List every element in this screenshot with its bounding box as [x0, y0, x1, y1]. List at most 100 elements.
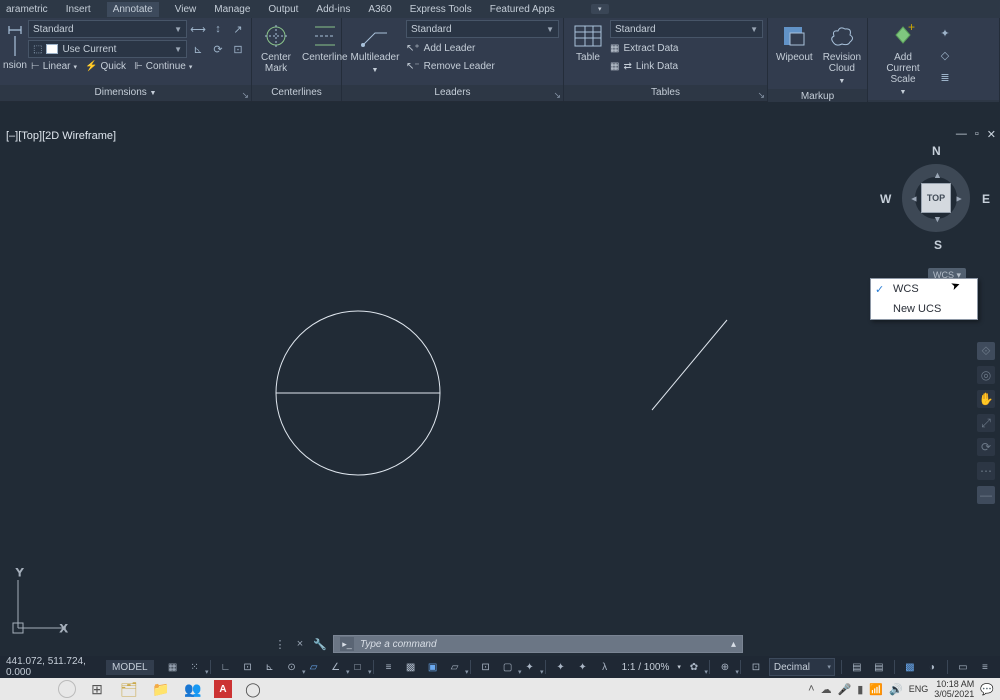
- tray-volume-icon[interactable]: 🔊: [889, 683, 903, 696]
- osnap-track-icon[interactable]: ∠: [327, 658, 345, 676]
- tab-output[interactable]: Output: [266, 2, 300, 17]
- tray-notifications-icon[interactable]: 💬: [980, 683, 994, 696]
- view-label[interactable]: [–][Top][2D Wireframe]: [0, 128, 1000, 144]
- revision-cloud-button[interactable]: Revision Cloud ▼: [819, 20, 865, 89]
- annoscale-icon[interactable]: λ: [596, 658, 614, 676]
- cmd-close-icon[interactable]: ×: [293, 637, 307, 651]
- tray-mic-icon[interactable]: 🎤: [838, 683, 852, 696]
- tray-cloud-icon[interactable]: ☁: [821, 683, 832, 696]
- multileader-button[interactable]: Multileader ▼: [346, 20, 404, 78]
- tab-parametric[interactable]: arametric: [4, 2, 50, 17]
- annoscale-icon-3[interactable]: ≣: [936, 68, 954, 86]
- nav-collapse-icon[interactable]: —: [977, 486, 995, 504]
- tab-manage[interactable]: Manage: [212, 2, 252, 17]
- add-leader-button[interactable]: ↖⁺Add Leader: [406, 40, 559, 56]
- link-data-button[interactable]: ▦⇄Link Data: [610, 58, 763, 74]
- nav-orbit-icon[interactable]: ⟳: [977, 438, 995, 456]
- hardware-accel-icon[interactable]: ▩: [901, 658, 919, 676]
- cmd-customize-icon[interactable]: 🔧: [313, 637, 327, 651]
- explorer-icon[interactable]: 🗂: [118, 680, 140, 698]
- taskview-icon[interactable]: ⊞: [86, 680, 108, 698]
- panel-tables[interactable]: Tables↘: [564, 85, 767, 101]
- use-current-dropdown[interactable]: ⬚Use Current▼: [28, 40, 187, 58]
- tray-lang[interactable]: ENG: [909, 684, 929, 694]
- dim-icon-5[interactable]: ⟳: [209, 40, 227, 58]
- nav-hand-icon[interactable]: ✋: [977, 390, 995, 408]
- gizmo-icon[interactable]: ✦: [521, 658, 539, 676]
- tab-addins[interactable]: Add-ins: [314, 2, 352, 17]
- polar-icon[interactable]: ⊙: [283, 658, 301, 676]
- tray-wifi-icon[interactable]: 📶: [869, 683, 883, 696]
- search-button[interactable]: [58, 680, 76, 698]
- window-minimize[interactable]: —: [956, 128, 967, 141]
- add-current-scale-button[interactable]: + Add Current Scale ▼: [872, 20, 934, 100]
- viewcube-top[interactable]: TOP: [921, 183, 951, 213]
- tab-express[interactable]: Express Tools: [408, 2, 474, 17]
- window-maximize[interactable]: ▫: [975, 128, 979, 141]
- viewcube[interactable]: TOP N S W E ▲▲▲▲: [890, 152, 982, 244]
- tab-annotate[interactable]: Annotate: [107, 2, 159, 17]
- linear-button[interactable]: ⊢Linear▾: [28, 60, 80, 73]
- dim-icon-6[interactable]: ⊡: [229, 40, 247, 58]
- dim-icon-1[interactable]: ⟷: [189, 20, 207, 38]
- center-mark-button[interactable]: Center Mark: [256, 20, 296, 76]
- lockui-icon[interactable]: ▤: [870, 658, 888, 676]
- units-dropdown[interactable]: Decimal: [769, 658, 835, 676]
- transparency-icon[interactable]: ▩: [402, 658, 420, 676]
- tab-view[interactable]: View: [173, 2, 199, 17]
- annoscale-icon-2[interactable]: ◇: [936, 46, 954, 64]
- isodraft-icon[interactable]: ▱: [305, 658, 323, 676]
- tab-a360[interactable]: A360: [366, 2, 393, 17]
- zoom-readout[interactable]: 1:1 / 100%: [618, 662, 674, 673]
- model-canvas[interactable]: Y X: [0, 148, 1000, 656]
- isolate-icon[interactable]: ◑: [923, 658, 941, 676]
- dynamic-icon[interactable]: ⊡: [239, 658, 257, 676]
- infer-icon[interactable]: ∟: [217, 658, 235, 676]
- nav-pan-icon[interactable]: ⟐: [977, 342, 995, 360]
- tray-clock[interactable]: 10:18 AM3/05/2021: [934, 679, 974, 699]
- osnap-icon[interactable]: □: [349, 658, 367, 676]
- continue-button[interactable]: ⊩Continue▾: [131, 60, 195, 73]
- cleanscreen-icon[interactable]: ▭: [954, 658, 972, 676]
- quickprops-icon[interactable]: ▤: [848, 658, 866, 676]
- extract-data-button[interactable]: ▦Extract Data: [610, 40, 763, 56]
- annoscale-icon-1[interactable]: ✦: [936, 24, 954, 42]
- table-style-dropdown[interactable]: Standard▼: [610, 20, 763, 38]
- remove-leader-button[interactable]: ↖⁻Remove Leader: [406, 58, 559, 74]
- table-button[interactable]: Table: [568, 20, 608, 65]
- dynamic-ucs-icon[interactable]: ⊡: [477, 658, 495, 676]
- tray-battery-icon[interactable]: ▮: [857, 683, 863, 696]
- customize-status-icon[interactable]: ≡: [976, 658, 994, 676]
- selection-cycling-icon[interactable]: ▣: [424, 658, 442, 676]
- wipeout-button[interactable]: Wipeout: [772, 20, 817, 65]
- lineweight-icon[interactable]: ≡: [380, 658, 398, 676]
- snap-icon[interactable]: ⁙: [186, 658, 204, 676]
- command-input[interactable]: ▸_Type a command ▴: [333, 635, 743, 653]
- panel-leaders[interactable]: Leaders↘: [342, 85, 563, 101]
- grid-icon[interactable]: ▦: [164, 658, 182, 676]
- teams-icon[interactable]: 👥: [182, 680, 204, 698]
- panel-dimensions[interactable]: Dimensions ▼↘: [0, 85, 251, 101]
- obs-icon[interactable]: ◯: [242, 680, 264, 698]
- window-close[interactable]: ✕: [987, 128, 996, 141]
- tab-dropdown[interactable]: [591, 4, 609, 14]
- quick-button[interactable]: ⚡Quick: [82, 60, 129, 73]
- ortho-icon[interactable]: ⊾: [261, 658, 279, 676]
- tab-insert[interactable]: Insert: [64, 2, 93, 17]
- dim-style-dropdown[interactable]: Standard▼: [28, 20, 187, 38]
- drawing-area[interactable]: [–][Top][2D Wireframe] — ▫ ✕ Y X TOP N S…: [0, 102, 1000, 656]
- dim-icon-2[interactable]: ↕: [209, 20, 227, 38]
- nav-more-icon[interactable]: ⋯: [977, 462, 995, 480]
- folder-icon[interactable]: 📁: [150, 680, 172, 698]
- units-icon[interactable]: ⊡: [747, 658, 765, 676]
- annomon-icon[interactable]: ⊕: [716, 658, 734, 676]
- workspace-icon[interactable]: ✿: [685, 658, 703, 676]
- autocad-taskbar-icon[interactable]: A: [214, 680, 232, 698]
- dim-icon-4[interactable]: ⊾: [189, 40, 207, 58]
- cmd-handle-icon[interactable]: ⋮: [273, 637, 287, 651]
- nav-wheel-icon[interactable]: ◎: [977, 366, 995, 384]
- dimension-button[interactable]: nsion: [4, 20, 26, 73]
- 3dosnap-icon[interactable]: ▱: [446, 658, 464, 676]
- leader-style-dropdown[interactable]: Standard▼: [406, 20, 559, 38]
- model-button[interactable]: MODEL: [106, 660, 154, 675]
